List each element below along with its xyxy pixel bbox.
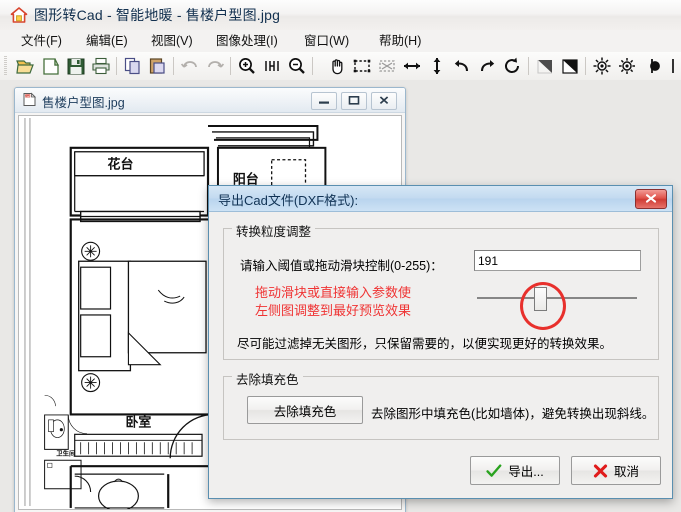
rotate-right-icon[interactable] [476, 55, 498, 77]
more-icon[interactable] [666, 55, 681, 77]
dialog-title: 导出Cad文件(DXF格式): [218, 193, 359, 208]
save-icon[interactable] [65, 55, 87, 77]
menu-image-processing[interactable]: 图像处理(I) [211, 32, 283, 50]
open-icon[interactable] [15, 55, 37, 77]
brightness-down-icon[interactable] [616, 55, 638, 77]
export-button[interactable]: 导出... [470, 456, 560, 485]
menu-edit[interactable]: 编辑(E) [81, 32, 133, 50]
menu-file[interactable]: 文件(F) [16, 32, 67, 50]
export-cad-dialog: 导出Cad文件(DXF格式): 转换粒度调整 请输入阈值或拖动滑块控制(0-25… [208, 185, 673, 499]
toolbar-separator [230, 57, 231, 75]
export-button-content: 导出... [471, 457, 559, 484]
zoom-actual-icon[interactable] [261, 55, 283, 77]
minimize-button[interactable] [311, 92, 337, 110]
fill-removal-description: 去除图形中填充色(比如墙体)，避免转换出现斜线。 [371, 407, 655, 421]
zoom-out-icon[interactable] [286, 55, 308, 77]
select-rect-icon[interactable] [351, 55, 373, 77]
redo-icon[interactable] [204, 55, 226, 77]
rotate-left-icon[interactable] [451, 55, 473, 77]
zoom-in-icon[interactable] [236, 55, 258, 77]
dialog-close-button[interactable] [635, 189, 667, 209]
dialog-titlebar[interactable]: 导出Cad文件(DXF格式): [209, 186, 672, 212]
menu-help[interactable]: 帮助(H) [374, 32, 426, 50]
cross-icon [593, 464, 608, 477]
svg-text:cad: cad [26, 94, 31, 98]
toolbar-separator [312, 57, 313, 75]
menu-bar: 文件(F) 编辑(E) 视图(V) 图像处理(I) 窗口(W) 帮助(H) [0, 30, 681, 52]
gradient-soft-icon[interactable] [534, 55, 556, 77]
maximize-button[interactable] [341, 92, 367, 110]
pan-hand-icon[interactable] [326, 55, 348, 77]
screenshot-root: 图形转Cad - 智能地暖 - 售楼户型图.jpg 文件(F) 编辑(E) 视图… [0, 0, 681, 512]
print-icon[interactable] [90, 55, 112, 77]
remove-fill-button[interactable]: 去除填充色 [247, 396, 363, 424]
flip-vertical-icon[interactable] [426, 55, 448, 77]
main-window-titlebar: 图形转Cad - 智能地暖 - 售楼户型图.jpg [0, 0, 681, 31]
undo-icon[interactable] [179, 55, 201, 77]
close-button[interactable] [371, 92, 397, 110]
toolbar-grip[interactable] [4, 56, 7, 76]
hint-red-line1: 拖动滑块或直接输入参数使 [255, 285, 412, 300]
check-icon [486, 463, 502, 477]
new-icon[interactable] [40, 55, 62, 77]
copy-icon[interactable] [122, 55, 144, 77]
hint-red-line2: 左侧图调整到最好预览效果 [255, 303, 412, 318]
red-annotation-ellipse [520, 282, 566, 330]
toolbar-separator [528, 57, 529, 75]
toolbar-separator [173, 57, 174, 75]
child-window-title: 售楼户型图.jpg [42, 96, 125, 110]
room-label-flowerbed: 花台 [108, 157, 134, 172]
cancel-button-content: 取消 [572, 457, 660, 484]
contrast-icon[interactable] [641, 55, 663, 77]
granularity-hint-text: 尽可能过滤掉无关图形，只保留需要的，以便实现更好的转换效果。 [237, 337, 613, 351]
cancel-button[interactable]: 取消 [571, 456, 661, 485]
menu-view[interactable]: 视图(V) [146, 32, 198, 50]
remove-fill-button-label: 去除填充色 [273, 404, 337, 419]
gradient-hard-icon[interactable] [559, 55, 581, 77]
house-icon [10, 6, 28, 24]
export-button-label: 导出... [508, 465, 544, 479]
close-icon [645, 194, 657, 203]
threshold-label: 请输入阈值或拖动滑块控制(0-255)： [240, 259, 443, 273]
toolbar-separator [585, 57, 586, 75]
cancel-button-label: 取消 [613, 465, 639, 479]
group-fill-legend: 去除填充色 [232, 369, 303, 388]
page-title: 图形转Cad - 智能地暖 - 售楼户型图.jpg [34, 7, 281, 23]
group-granularity-legend: 转换粒度调整 [232, 221, 316, 240]
flip-horizontal-icon[interactable] [401, 55, 423, 77]
rotate-free-icon[interactable] [501, 55, 523, 77]
child-window-titlebar[interactable]: cad 售楼户型图.jpg [15, 88, 405, 113]
crop-icon[interactable] [376, 55, 398, 77]
threshold-input[interactable] [474, 250, 641, 271]
menu-window[interactable]: 窗口(W) [299, 32, 354, 50]
paste-icon[interactable] [147, 55, 169, 77]
toolbar [0, 52, 681, 81]
toolbar-separator [116, 57, 117, 75]
image-file-icon: cad [22, 92, 37, 107]
brightness-up-icon[interactable] [591, 55, 613, 77]
